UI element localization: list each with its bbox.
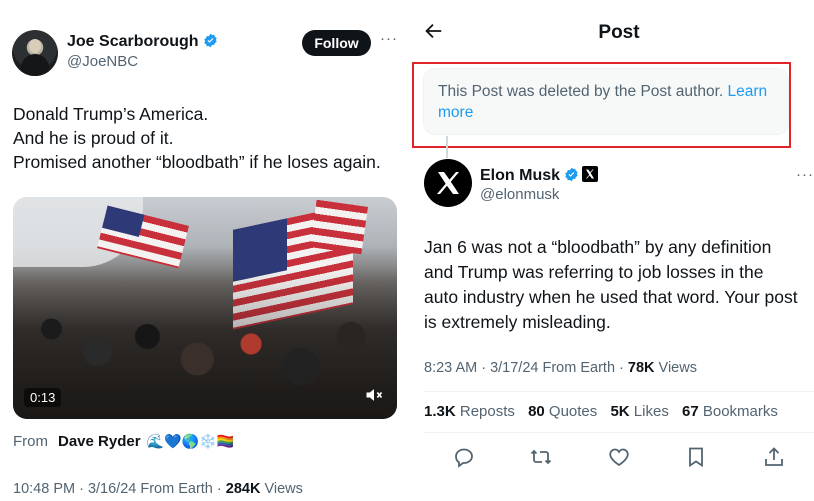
left-tweet-panel: Joe Scarborough @JoeNBC Follow ··· Donal… <box>0 0 408 501</box>
verified-badge-icon <box>565 167 578 182</box>
author-handle-elon[interactable]: @elonmusk <box>480 186 559 203</box>
tweet-meta: 10:48 PM · 3/16/24 From Earth · 284K Vie… <box>13 481 303 497</box>
thread-connector <box>446 136 448 158</box>
verified-badge-icon <box>203 33 217 48</box>
repost-icon[interactable] <box>529 445 553 469</box>
joe-avatar[interactable] <box>12 30 58 76</box>
share-icon[interactable] <box>762 445 786 469</box>
likes-stat[interactable]: 5K Likes <box>610 403 668 420</box>
quotes-stat[interactable]: 80 Quotes <box>528 403 597 420</box>
video-timestamp: 0:13 <box>24 388 62 407</box>
elon-avatar[interactable] <box>424 159 472 207</box>
post-meta: 8:23 AM · 3/17/24 From Earth · 78K Views <box>424 360 697 376</box>
attribution-emoji: 🌊💙🌎❄️🏳️‍🌈 <box>146 434 234 450</box>
bookmarks-stat[interactable]: 67 Bookmarks <box>682 403 778 420</box>
author-name-elon[interactable]: Elon Musk <box>480 166 599 185</box>
reposts-stat[interactable]: 1.3K Reposts <box>424 403 515 420</box>
action-bar <box>408 445 814 469</box>
bookmark-icon[interactable] <box>684 445 708 469</box>
follow-button[interactable]: Follow <box>302 30 371 56</box>
author-handle-joe[interactable]: @JoeNBC <box>67 53 138 70</box>
like-icon[interactable] <box>607 445 631 469</box>
highlight-box <box>412 62 791 148</box>
video-player[interactable]: 0:13 <box>13 197 397 419</box>
attribution-name[interactable]: Dave Ryder <box>58 433 141 450</box>
right-post-panel: Post This Post was deleted by the Post a… <box>408 0 814 501</box>
author-name-joe[interactable]: Joe Scarborough <box>67 33 218 51</box>
divider <box>424 391 814 392</box>
x-affiliation-icon[interactable] <box>582 166 599 182</box>
engagement-stats: 1.3K Reposts 80 Quotes 5K Likes 67 Bookm… <box>424 403 787 420</box>
more-options-icon[interactable]: ··· <box>796 166 814 183</box>
more-options-icon[interactable]: ··· <box>380 30 398 47</box>
tweet-text: Donald Trump’s America. And he is proud … <box>13 104 381 172</box>
divider <box>424 432 814 433</box>
video-attribution: From Dave Ryder 🌊💙🌎❄️🏳️‍🌈 <box>13 433 234 450</box>
post-text: Jan 6 was not a “bloodbath” by any defin… <box>424 237 798 332</box>
page-title: Post <box>598 22 640 43</box>
mute-icon[interactable] <box>363 385 385 407</box>
reply-icon[interactable] <box>452 445 476 469</box>
